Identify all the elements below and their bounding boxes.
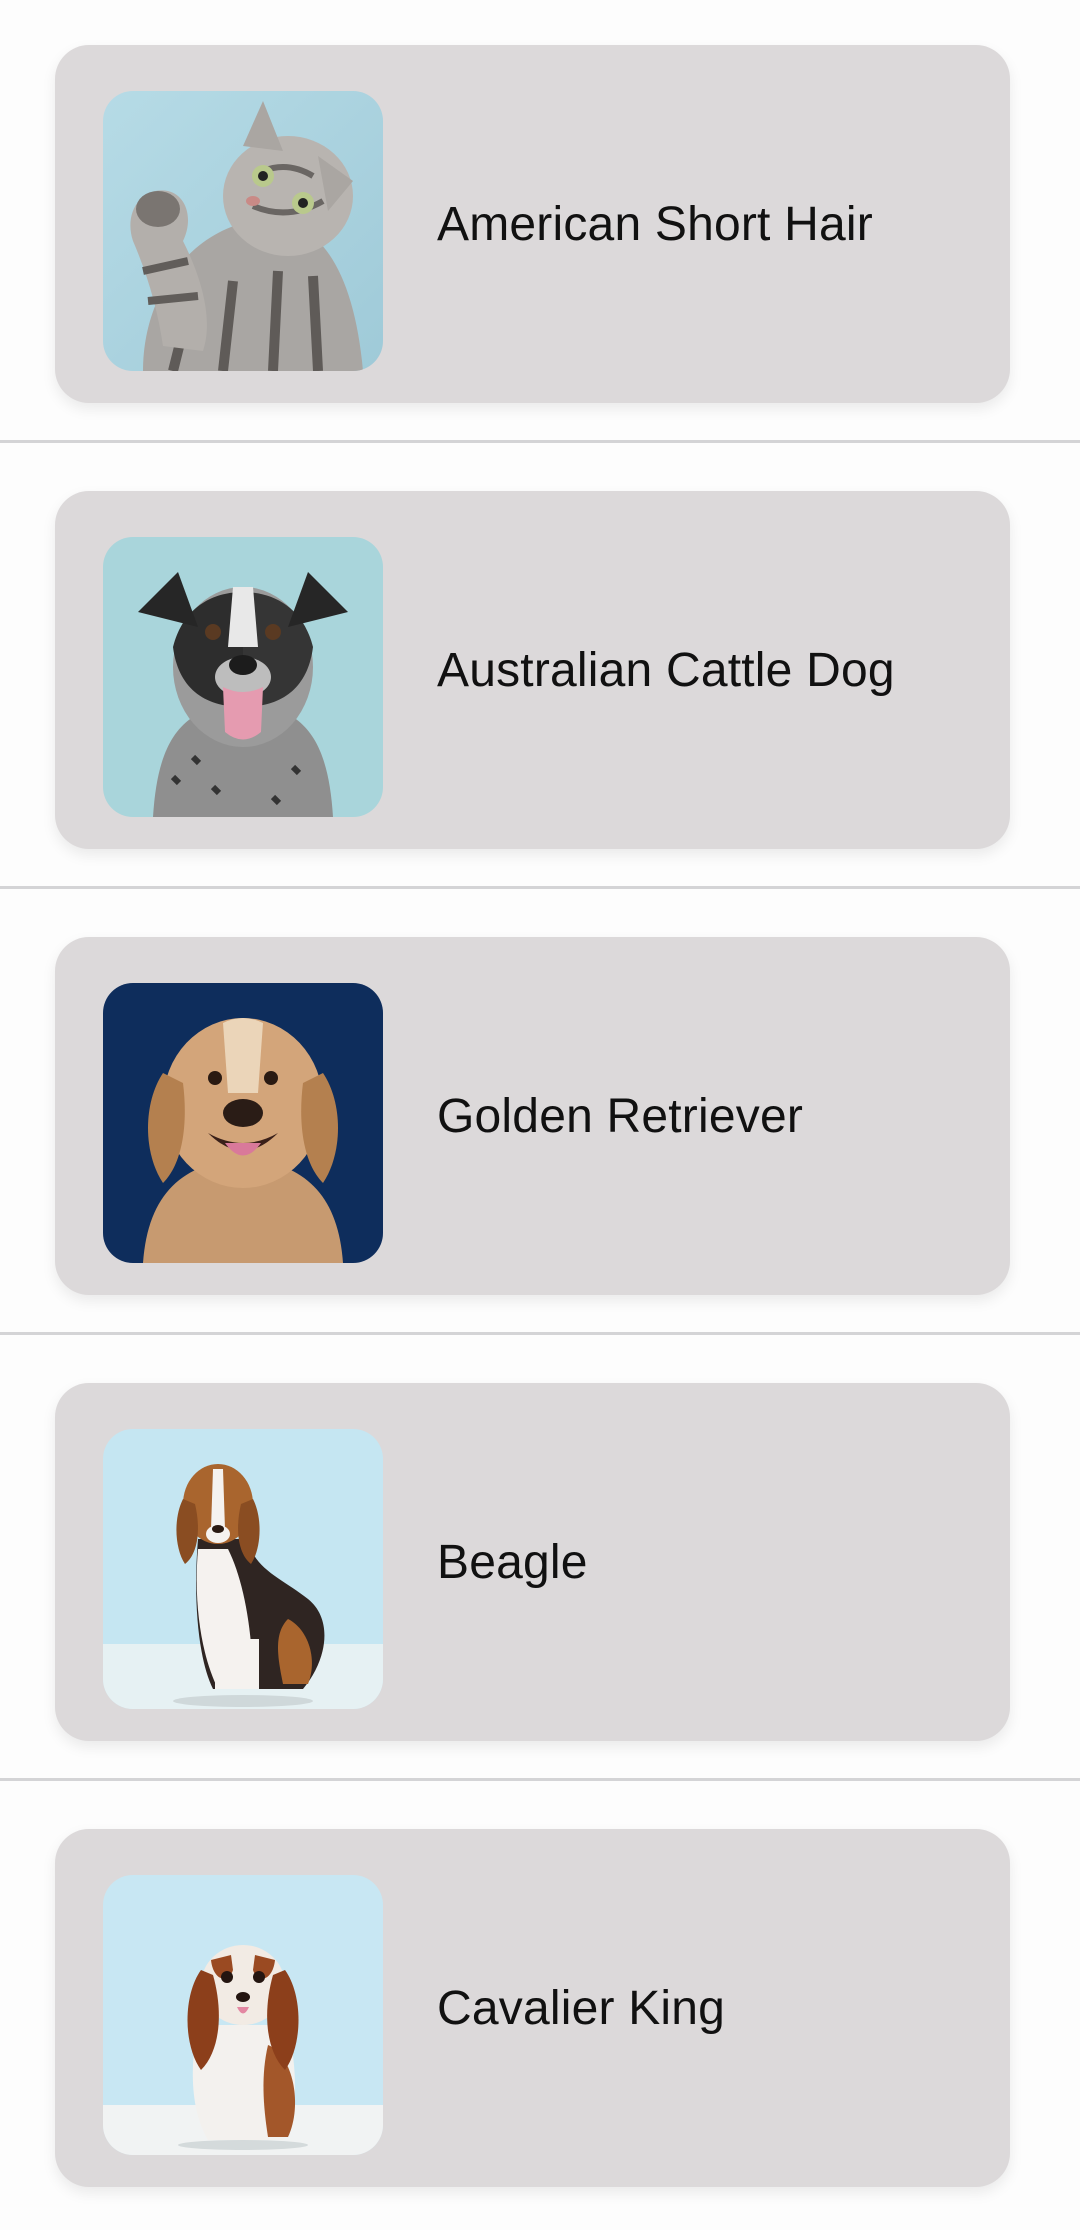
breed-card-american-short-hair[interactable]: American Short Hair: [55, 45, 1010, 403]
list-item[interactable]: Beagle: [0, 1338, 1080, 1784]
breed-name: Golden Retriever: [437, 1089, 804, 1143]
list-item[interactable]: Golden Retriever: [0, 892, 1080, 1338]
breed-card-golden-retriever[interactable]: Golden Retriever: [55, 937, 1010, 1295]
divider: [0, 886, 1080, 889]
breed-name: Australian Cattle Dog: [437, 643, 895, 697]
dog-photo-icon: [103, 537, 383, 817]
cat-photo-icon: [103, 91, 383, 371]
breed-list: American Short Hair Australian Cattle Do…: [0, 0, 1080, 2187]
breed-card-cavalier-king[interactable]: Cavalier King: [55, 1829, 1010, 2187]
divider: [0, 1778, 1080, 1781]
dog-photo-icon: [103, 1429, 383, 1709]
list-item[interactable]: Cavalier King: [0, 1784, 1080, 2230]
dog-photo-icon: [103, 983, 383, 1263]
breed-name: American Short Hair: [437, 197, 873, 251]
dog-photo-icon: [103, 1875, 383, 2155]
breed-card-beagle[interactable]: Beagle: [55, 1383, 1010, 1741]
divider: [0, 1332, 1080, 1335]
list-item[interactable]: American Short Hair: [0, 0, 1080, 446]
breed-card-australian-cattle-dog[interactable]: Australian Cattle Dog: [55, 491, 1010, 849]
breed-name: Beagle: [437, 1535, 588, 1589]
list-item[interactable]: Australian Cattle Dog: [0, 446, 1080, 892]
divider: [0, 440, 1080, 443]
breed-name: Cavalier King: [437, 1981, 726, 2035]
